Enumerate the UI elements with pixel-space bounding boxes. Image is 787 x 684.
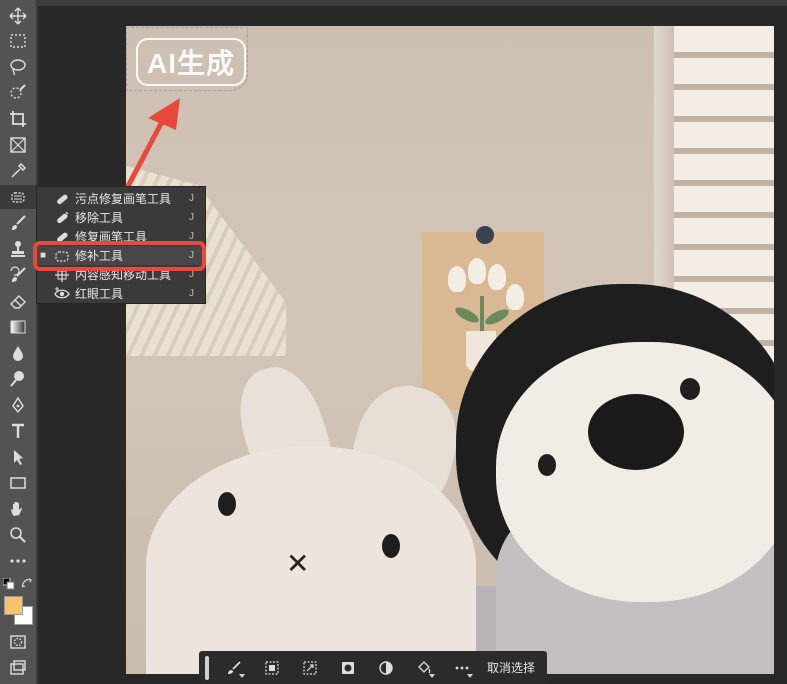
contextual-task-bar: 取消选择 — [199, 651, 547, 684]
rectangle-tool-button[interactable] — [0, 471, 36, 495]
screen-mode-icon — [10, 660, 26, 675]
selection-marquee — [126, 27, 248, 91]
frame-icon — [10, 137, 26, 153]
brush-icon — [12, 215, 26, 230]
blur-drop-icon — [13, 346, 23, 361]
eyedropper-icon — [11, 162, 27, 178]
eraser-icon — [10, 295, 26, 309]
history-brush-tool-button[interactable] — [0, 263, 36, 287]
eyedropper-tool-button[interactable] — [0, 159, 36, 183]
type-tool-button[interactable] — [0, 419, 36, 443]
patch-icon — [11, 192, 25, 203]
quick-selection-tool-button[interactable] — [0, 81, 36, 105]
create-mask-button[interactable] — [329, 651, 367, 684]
document-canvas[interactable]: ✕ — [126, 26, 774, 674]
penguin-beak — [588, 394, 684, 470]
foreground-color-swatch[interactable] — [4, 596, 23, 615]
toolbar-divider — [36, 0, 38, 684]
penguin-face — [496, 342, 774, 602]
clone-stamp-tool-button[interactable] — [0, 237, 36, 261]
quick-selection-icon — [10, 84, 26, 99]
marquee-tool-button[interactable] — [0, 29, 36, 53]
bunny-eye — [382, 534, 400, 558]
dodge-icon — [10, 371, 24, 387]
transform-selection-button[interactable] — [291, 651, 329, 684]
path-selection-tool-button[interactable] — [0, 445, 36, 469]
move-tool-button[interactable] — [0, 4, 36, 28]
rectangular-marquee-icon — [10, 34, 26, 48]
options-bar-edge — [38, 0, 787, 6]
stamp-icon — [11, 241, 25, 257]
blur-tool-button[interactable] — [0, 341, 36, 365]
history-brush-icon — [10, 266, 26, 282]
bunny-mouth: ✕ — [286, 548, 310, 579]
tulip-stem — [480, 296, 484, 336]
tulip — [448, 266, 466, 292]
rectangle-icon — [10, 477, 26, 489]
bunny-eye — [218, 492, 236, 516]
fill-selection-button[interactable] — [405, 651, 443, 684]
more-icon — [10, 559, 26, 563]
lasso-tool-button[interactable] — [0, 55, 36, 79]
adjustment-layer-button[interactable] — [367, 651, 405, 684]
spot-healing-brush-icon — [57, 194, 68, 204]
hand-tool-button[interactable] — [0, 497, 36, 521]
pen-tool-button[interactable] — [0, 393, 36, 417]
red-eye-icon — [54, 286, 70, 298]
flyout-item-red-eye[interactable]: 红眼工具 J — [37, 284, 205, 303]
remove-tool-icon — [57, 211, 69, 223]
frame-tool-button[interactable] — [0, 133, 36, 157]
tulip — [506, 284, 524, 310]
healing-tool-group-button[interactable] — [0, 185, 36, 209]
transform-icon — [303, 660, 317, 675]
task-bar-grip[interactable] — [205, 655, 209, 680]
more-options-button[interactable] — [443, 651, 481, 684]
hand-icon — [11, 502, 22, 516]
penguin-eye — [538, 454, 556, 476]
lasso-icon — [10, 59, 26, 76]
flyout-item-spot-healing-brush[interactable]: 污点修复画笔工具 J — [37, 189, 205, 208]
crop-icon — [10, 111, 26, 127]
swap-colors-icon[interactable] — [21, 578, 33, 590]
move-icon — [9, 7, 27, 25]
gradient-icon — [10, 320, 26, 334]
dodge-tool-button[interactable] — [0, 367, 36, 391]
zoom-icon — [10, 527, 26, 543]
quick-mask-button[interactable] — [0, 630, 36, 654]
tulip — [488, 264, 506, 290]
default-colors-icon[interactable] — [3, 578, 15, 590]
gradient-tool-button[interactable] — [0, 315, 36, 339]
mask-icon — [342, 661, 354, 674]
tulip — [468, 258, 486, 284]
type-icon — [12, 423, 24, 438]
quick-mask-icon — [10, 635, 26, 649]
invert-selection-button[interactable] — [253, 651, 291, 684]
flyout-item-remove-tool[interactable]: 移除工具 J — [37, 208, 205, 227]
invert-selection-icon — [265, 660, 279, 675]
adjustment-icon — [379, 660, 393, 675]
screen-mode-button[interactable] — [0, 656, 36, 680]
pen-icon — [12, 396, 24, 414]
modify-selection-button[interactable] — [215, 651, 253, 684]
penguin-eye — [680, 378, 700, 400]
patch-tool-highlight — [33, 241, 206, 271]
bunny-plush — [146, 446, 476, 674]
more-tools-button[interactable] — [0, 549, 36, 573]
eraser-tool-button[interactable] — [0, 289, 36, 313]
zoom-tool-button[interactable] — [0, 523, 36, 547]
crop-tool-button[interactable] — [0, 107, 36, 131]
deselect-button[interactable]: 取消选择 — [487, 659, 535, 676]
poster-pin — [476, 226, 494, 244]
tools-panel — [0, 0, 36, 684]
path-selection-icon — [14, 450, 23, 465]
brush-tool-button[interactable] — [0, 211, 36, 235]
